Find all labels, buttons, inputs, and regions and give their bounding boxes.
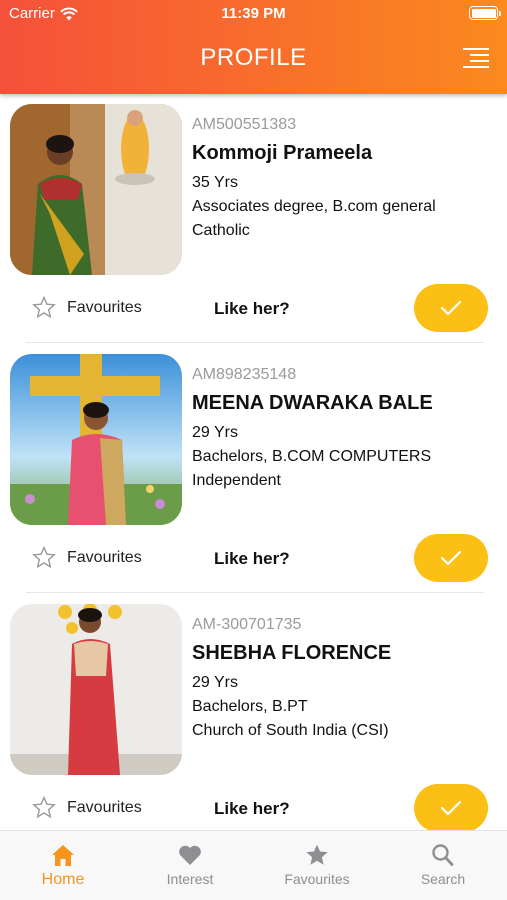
star-outline-icon <box>32 296 56 319</box>
app-header: Carrier 11:39 PM PROFILE <box>0 0 507 94</box>
tab-favourites[interactable]: Favourites <box>262 841 372 887</box>
profile-education: Bachelors, B.COM COMPUTERS <box>192 448 432 465</box>
star-outline-icon <box>32 546 56 569</box>
profile-education: Associates degree, B.com general <box>192 198 436 215</box>
like-question: Like her? <box>214 549 290 568</box>
tab-search[interactable]: Search <box>388 841 498 887</box>
profile-photo[interactable] <box>10 104 182 275</box>
profile-age: 29 Yrs <box>192 424 238 441</box>
tab-interest[interactable]: Interest <box>135 841 245 887</box>
tab-home[interactable]: Home <box>8 841 118 889</box>
profile-education: Bachelors, B.PT <box>192 698 308 715</box>
checkmark-icon <box>440 300 462 316</box>
heart-icon <box>179 845 201 865</box>
tab-label: Favourites <box>284 871 350 887</box>
star-icon <box>306 844 328 865</box>
home-icon <box>52 845 74 866</box>
favourites-button[interactable]: Favourites <box>32 296 142 319</box>
profile-name[interactable]: SHEBHA FLORENCE <box>192 642 391 665</box>
like-question: Like her? <box>214 299 290 318</box>
favourites-label: Favourites <box>67 798 142 816</box>
card-divider <box>26 592 484 593</box>
star-outline-icon <box>32 796 56 819</box>
battery-icon <box>469 6 501 20</box>
checkmark-icon <box>440 550 462 566</box>
favourites-label: Favourites <box>67 548 142 566</box>
status-time: 11:39 PM <box>221 5 286 22</box>
like-question: Like her? <box>214 799 290 818</box>
profile-age: 29 Yrs <box>192 674 238 691</box>
profile-religion: Catholic <box>192 222 250 239</box>
like-button[interactable] <box>414 284 488 332</box>
like-button[interactable] <box>414 534 488 582</box>
favourites-button[interactable]: Favourites <box>32 796 142 819</box>
search-icon <box>432 844 454 866</box>
profile-religion: Church of South India (CSI) <box>192 722 389 739</box>
profile-age: 35 Yrs <box>192 174 238 191</box>
profile-photo[interactable] <box>10 604 182 775</box>
checkmark-icon <box>440 800 462 816</box>
profile-id: AM500551383 <box>192 116 297 133</box>
card-divider <box>26 342 484 343</box>
profile-card[interactable]: AM898235148 MEENA DWARAKA BALE 29 Yrs Ba… <box>0 344 507 594</box>
profile-card[interactable]: AM-300701735 SHEBHA FLORENCE 29 Yrs Bach… <box>0 594 507 830</box>
like-button[interactable] <box>414 784 488 830</box>
profile-id: AM898235148 <box>192 366 297 383</box>
profile-religion: Independent <box>192 472 281 489</box>
profile-id: AM-300701735 <box>192 616 302 633</box>
status-bar: Carrier 11:39 PM <box>0 0 507 28</box>
favourites-button[interactable]: Favourites <box>32 546 142 569</box>
page-title: PROFILE <box>200 44 307 71</box>
profile-name[interactable]: Kommoji Prameela <box>192 142 372 165</box>
profile-card[interactable]: AM500551383 Kommoji Prameela 35 Yrs Asso… <box>0 94 507 344</box>
profile-photo[interactable] <box>10 354 182 525</box>
profile-name[interactable]: MEENA DWARAKA BALE <box>192 392 433 415</box>
tab-label: Home <box>41 871 85 888</box>
menu-lines-icon[interactable] <box>461 46 491 70</box>
tab-label: Interest <box>166 871 214 887</box>
tab-bar: Home Interest Favourites Search <box>0 830 507 900</box>
favourites-label: Favourites <box>67 298 142 316</box>
tab-label: Search <box>420 871 466 887</box>
profile-list[interactable]: AM500551383 Kommoji Prameela 35 Yrs Asso… <box>0 94 507 830</box>
